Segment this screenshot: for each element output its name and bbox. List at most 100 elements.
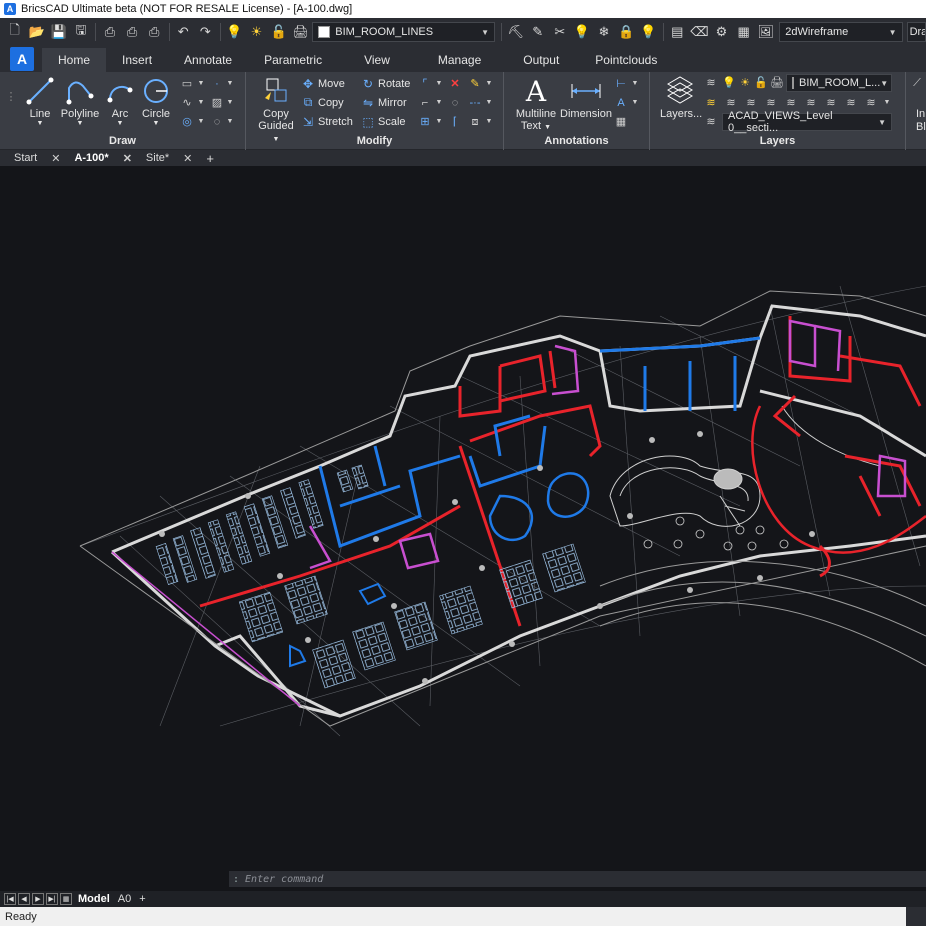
layer-on-icon[interactable]: 💡 bbox=[722, 76, 736, 90]
dropdown-arrow-icon[interactable]: ▼ bbox=[432, 77, 446, 91]
layer-tool-1-icon[interactable]: ≋ bbox=[704, 96, 718, 110]
render-icon[interactable]: 🖼 bbox=[755, 21, 776, 43]
dropdown-arrow-icon[interactable]: ▼ bbox=[628, 96, 642, 110]
rectangle-icon[interactable]: ▭ bbox=[180, 77, 194, 91]
layer-thaw-icon[interactable]: ☀ bbox=[246, 21, 267, 43]
offset-icon[interactable]: ◌ bbox=[448, 96, 462, 110]
layer-unlock-icon[interactable]: 🔓 bbox=[754, 76, 768, 90]
layer-off-icon[interactable]: 💡 bbox=[571, 21, 592, 43]
insert-block-icon[interactable]: ⟋ bbox=[910, 76, 924, 90]
command-line[interactable]: : Enter command bbox=[229, 871, 926, 887]
new-file-icon[interactable]: 🗋 bbox=[4, 21, 25, 43]
hatch-icon[interactable]: ▨ bbox=[210, 96, 224, 110]
last-layout-icon[interactable]: ▶| bbox=[46, 893, 58, 905]
scale-button[interactable]: ⬚ Scale bbox=[360, 113, 405, 130]
print-icon[interactable]: ⎙ bbox=[99, 21, 120, 43]
dropdown-arrow-icon[interactable]: ▼ bbox=[223, 77, 237, 91]
rotate-button[interactable]: ↻ Rotate bbox=[360, 75, 410, 92]
layer-tool-3-icon[interactable]: ≋ bbox=[744, 96, 758, 110]
visual-style-dropdown[interactable]: 2dWireframe ▼ bbox=[779, 22, 903, 42]
tab-output[interactable]: Output bbox=[503, 48, 579, 72]
new-tab-icon[interactable]: + bbox=[198, 150, 220, 166]
save-as-icon[interactable]: 🖫 bbox=[70, 21, 91, 43]
close-icon[interactable]: ✕ bbox=[51, 152, 60, 165]
layer-view-icon[interactable]: ≋ bbox=[704, 115, 718, 129]
doc-tab-site[interactable]: Site* ✕ bbox=[138, 150, 198, 166]
dropdown-arrow-icon[interactable]: ▼ bbox=[223, 115, 237, 129]
layer-plot-icon[interactable]: 🖨 bbox=[770, 76, 784, 90]
layer-on-icon[interactable]: 💡 bbox=[224, 21, 245, 43]
layers-manager-tool[interactable]: Layers... bbox=[660, 74, 702, 120]
layer-tool-7-icon[interactable]: ≋ bbox=[824, 96, 838, 110]
drawing-canvas[interactable] bbox=[0, 166, 926, 870]
dropdown-arrow-icon[interactable]: ▼ bbox=[194, 96, 208, 110]
command-input[interactable]: Enter command bbox=[245, 874, 323, 885]
layer-tool-6-icon[interactable]: ≋ bbox=[804, 96, 818, 110]
match-layer-icon[interactable]: ✎ bbox=[527, 21, 548, 43]
tab-home[interactable]: Home bbox=[42, 48, 107, 72]
layer-tool-9-icon[interactable]: ≋ bbox=[864, 96, 878, 110]
copy-button[interactable]: ⧉ Copy bbox=[300, 94, 344, 111]
dropdown-arrow-icon[interactable]: ▼ bbox=[482, 96, 496, 110]
dropdown-arrow-icon[interactable]: ▼ bbox=[482, 115, 496, 129]
prev-layout-icon[interactable]: ◀ bbox=[18, 893, 30, 905]
layer-isolate-icon[interactable]: ✂ bbox=[549, 21, 570, 43]
tab-manage[interactable]: Manage bbox=[416, 48, 503, 72]
layer-dropdown[interactable]: BIM_ROOM_LINES ▼ bbox=[312, 22, 496, 42]
plot-icon[interactable]: ⎙ bbox=[144, 21, 165, 43]
layer-tool-5-icon[interactable]: ≋ bbox=[784, 96, 798, 110]
add-layout-icon[interactable]: + bbox=[135, 893, 149, 905]
layer-panel-dropdown[interactable]: BIM_ROOM_L... ▼ bbox=[786, 74, 892, 92]
copy-guided-tool[interactable]: Copy Guided ▼ bbox=[254, 74, 298, 144]
tab-pointclouds[interactable]: Pointclouds bbox=[579, 48, 673, 72]
multiline-text-tool[interactable]: A Multiline Text ▼ bbox=[512, 74, 560, 133]
calculator-icon[interactable]: ▦ bbox=[733, 21, 754, 43]
application-menu-button[interactable]: A bbox=[10, 47, 34, 71]
dropdown-arrow-icon[interactable]: ▼ bbox=[432, 96, 446, 110]
tab-view[interactable]: View bbox=[338, 48, 416, 72]
region-icon[interactable]: ◎ bbox=[180, 115, 194, 129]
layer-state-icon[interactable]: ≋ bbox=[704, 76, 718, 90]
save-icon[interactable]: 💾 bbox=[48, 21, 69, 43]
layer-freeze-icon[interactable]: ❄ bbox=[593, 21, 614, 43]
chamfer-icon[interactable]: ⌈ bbox=[448, 115, 462, 129]
layer-unlock-icon[interactable]: 🔓 bbox=[268, 21, 289, 43]
layer-walk-icon[interactable]: 💡 bbox=[638, 21, 659, 43]
undo-icon[interactable]: ↶ bbox=[173, 21, 194, 43]
spline-icon[interactable]: ∿ bbox=[180, 96, 194, 110]
layout-tab-model[interactable]: Model bbox=[74, 893, 114, 905]
circle-tool[interactable]: Circle ▼ bbox=[136, 74, 176, 127]
open-file-icon[interactable]: 📂 bbox=[26, 21, 47, 43]
dropdown-arrow-icon[interactable]: ▼ bbox=[432, 115, 446, 129]
layer-tool-8-icon[interactable]: ≋ bbox=[844, 96, 858, 110]
layout-list-icon[interactable]: ▦ bbox=[60, 893, 72, 905]
dropdown-arrow-icon[interactable]: ▼ bbox=[194, 115, 208, 129]
workspace-dropdown[interactable]: Dra bbox=[906, 22, 926, 42]
dimension-tool[interactable]: Dimension bbox=[560, 74, 612, 120]
delete-icon[interactable]: ✕ bbox=[448, 77, 462, 91]
arc-tool[interactable]: Arc ▼ bbox=[100, 74, 140, 127]
dropdown-arrow-icon[interactable]: ▼ bbox=[194, 77, 208, 91]
stretch-button[interactable]: ⇲ Stretch bbox=[300, 113, 353, 130]
close-icon[interactable]: ✕ bbox=[123, 152, 132, 165]
layer-tool-4-icon[interactable]: ≋ bbox=[764, 96, 778, 110]
tab-parametric[interactable]: Parametric bbox=[248, 48, 338, 72]
dropdown-arrow-icon[interactable]: ▼ bbox=[223, 96, 237, 110]
layout-tab-a0[interactable]: A0 bbox=[114, 893, 135, 905]
tab-annotate[interactable]: Annotate bbox=[168, 48, 248, 72]
array-icon[interactable]: ⊞ bbox=[418, 115, 432, 129]
table-icon[interactable]: ▦ bbox=[614, 115, 628, 129]
move-button[interactable]: ✥ Move bbox=[300, 75, 345, 92]
linear-dim-icon[interactable]: ⊢ bbox=[614, 77, 628, 91]
fillet-icon[interactable]: ⌜ bbox=[418, 77, 432, 91]
next-layout-icon[interactable]: ▶ bbox=[32, 893, 44, 905]
doc-tab-a100[interactable]: A-100* ✕ bbox=[66, 150, 137, 166]
doc-tab-start[interactable]: Start ✕ bbox=[6, 150, 66, 166]
settings-gear-icon[interactable]: ⚙ bbox=[711, 21, 732, 43]
properties-icon[interactable]: ▤ bbox=[667, 21, 688, 43]
explode-icon[interactable]: -·- bbox=[468, 96, 482, 110]
layer-lock-icon[interactable]: 🔒 bbox=[616, 21, 637, 43]
dropdown-arrow-icon[interactable]: ▼ bbox=[628, 77, 642, 91]
tab-insert[interactable]: Insert bbox=[106, 48, 168, 72]
make-current-icon[interactable]: ⛏ bbox=[505, 21, 526, 43]
